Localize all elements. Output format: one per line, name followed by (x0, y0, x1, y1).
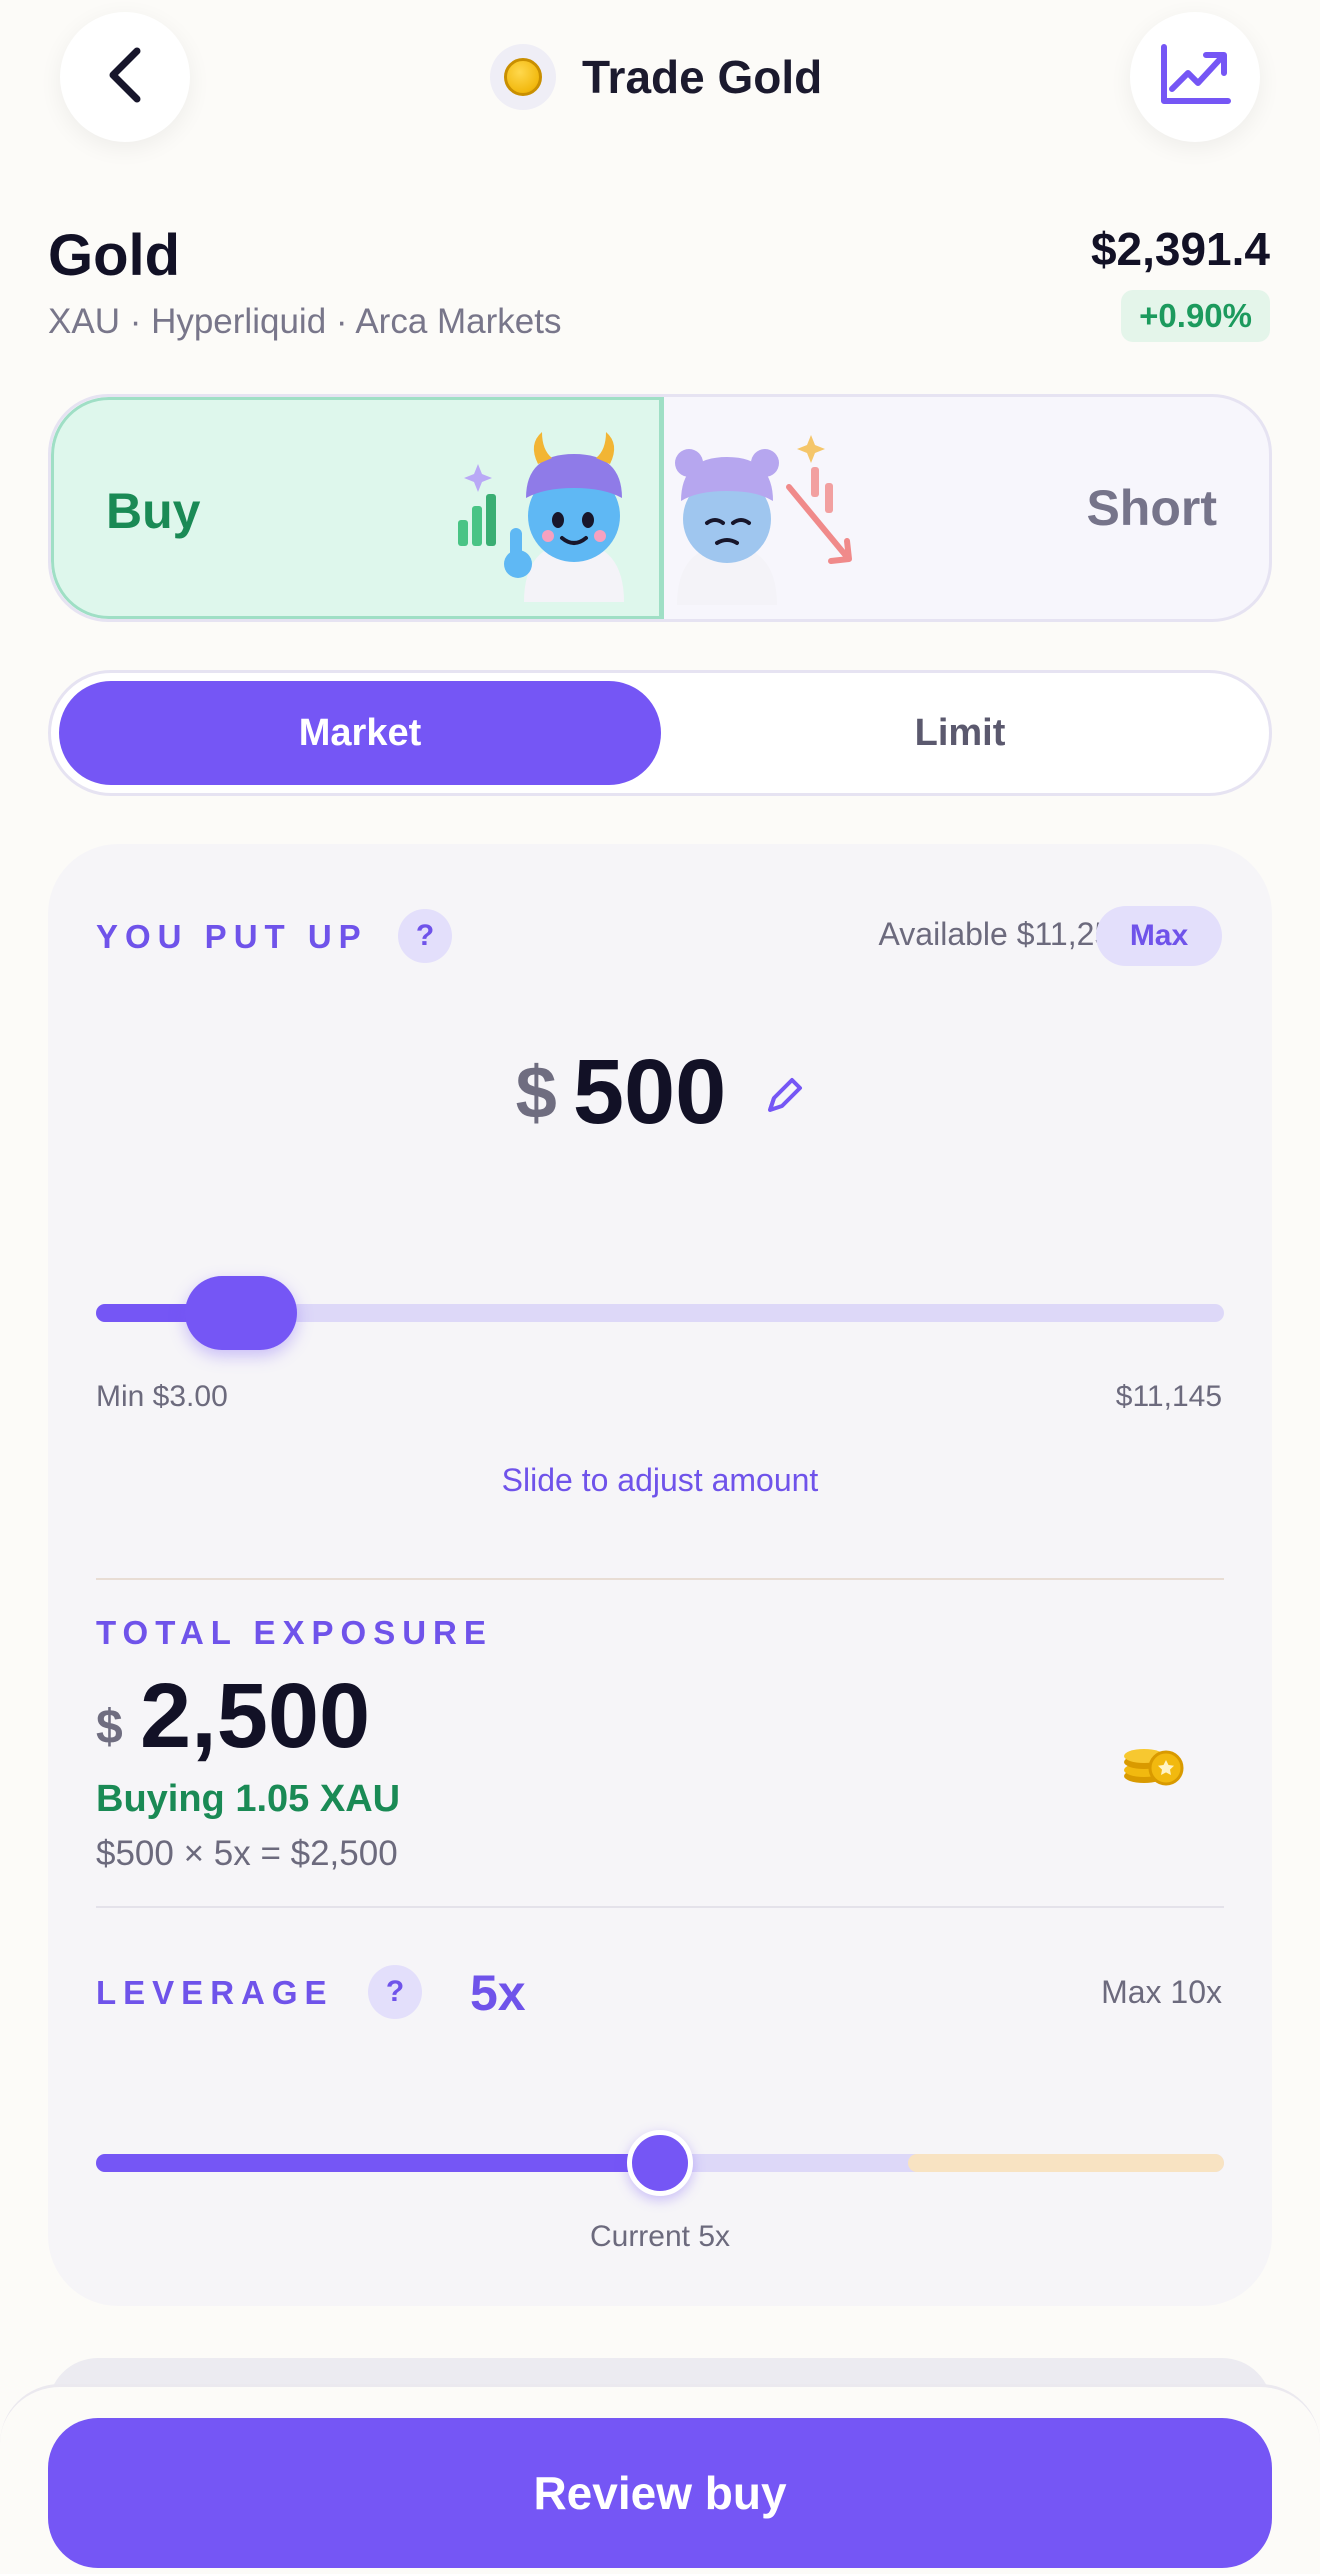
divider (96, 1578, 1224, 1580)
leverage-value: 5x (470, 1965, 526, 2021)
slider-hint: Slide to adjust amount (501, 1462, 819, 1498)
asset-price: $2,391.4 (1090, 223, 1270, 275)
gold-coins-icon (1124, 1749, 1184, 1786)
tab-limit[interactable]: Limit (659, 681, 1261, 785)
leverage-max: Max 10x (1101, 1974, 1222, 2010)
order-type-toggle: Market Limit (48, 670, 1272, 796)
chart-button[interactable] (1130, 12, 1260, 142)
leverage-help-button[interactable]: ? (368, 1965, 422, 2019)
put-up-help-button[interactable]: ? (398, 909, 452, 963)
tab-market[interactable]: Market (59, 681, 661, 785)
trending-up-icon (1158, 43, 1232, 112)
pencil-icon[interactable] (764, 1076, 804, 1121)
exposure-formula: $500 × 5x = $2,500 (96, 1834, 398, 1873)
slider-max-label: $11,145 (1115, 1380, 1222, 1413)
leverage-danger-zone (908, 2154, 1224, 2172)
max-button[interactable]: Max (1096, 906, 1222, 966)
short-option[interactable]: Short (1086, 479, 1217, 537)
exposure-currency: $ (96, 1701, 123, 1754)
side-toggle: Buy Short (48, 394, 1272, 622)
slider-min-label: Min $3.00 (96, 1380, 228, 1413)
exposure-value: 2,500 (140, 1665, 371, 1767)
amount-currency: $ (515, 1051, 557, 1134)
buy-label: Buy (106, 483, 201, 539)
bull-mascot-icon (458, 432, 624, 602)
leverage-slider-thumb[interactable] (627, 2130, 693, 2196)
leverage-label: LEVERAGE (96, 1974, 334, 2011)
price-change-badge: +0.90% (1121, 290, 1270, 342)
leverage-slider-fill (96, 2154, 660, 2172)
asset-subtitle: XAU · Hyperliquid · Arca Markets (48, 302, 562, 341)
header-title-group: Trade Gold (490, 44, 822, 110)
amount-slider-thumb[interactable] (184, 1276, 297, 1350)
you-put-up-label: YOU PUT UP (96, 918, 368, 955)
review-buy-button[interactable]: Review buy (48, 2418, 1272, 2568)
asset-name: Gold (48, 223, 181, 288)
amount-value[interactable]: 500 (573, 1040, 727, 1145)
chevron-left-icon (103, 45, 147, 110)
back-button[interactable] (60, 12, 190, 142)
leverage-current-label: Current 5x (589, 2220, 731, 2253)
total-exposure-label: TOTAL EXPOSURE (96, 1614, 493, 1651)
divider (96, 1906, 1224, 1908)
buying-quantity: Buying 1.05 XAU (96, 1778, 401, 1820)
available-balance: Available $11,257 (878, 916, 1130, 952)
gold-coin-icon (490, 44, 556, 110)
amount-display: $ 500 (0, 1040, 1320, 1145)
buy-option[interactable]: Buy (51, 397, 664, 619)
bear-mascot-icon (675, 435, 852, 605)
page-title: Trade Gold (582, 51, 823, 103)
